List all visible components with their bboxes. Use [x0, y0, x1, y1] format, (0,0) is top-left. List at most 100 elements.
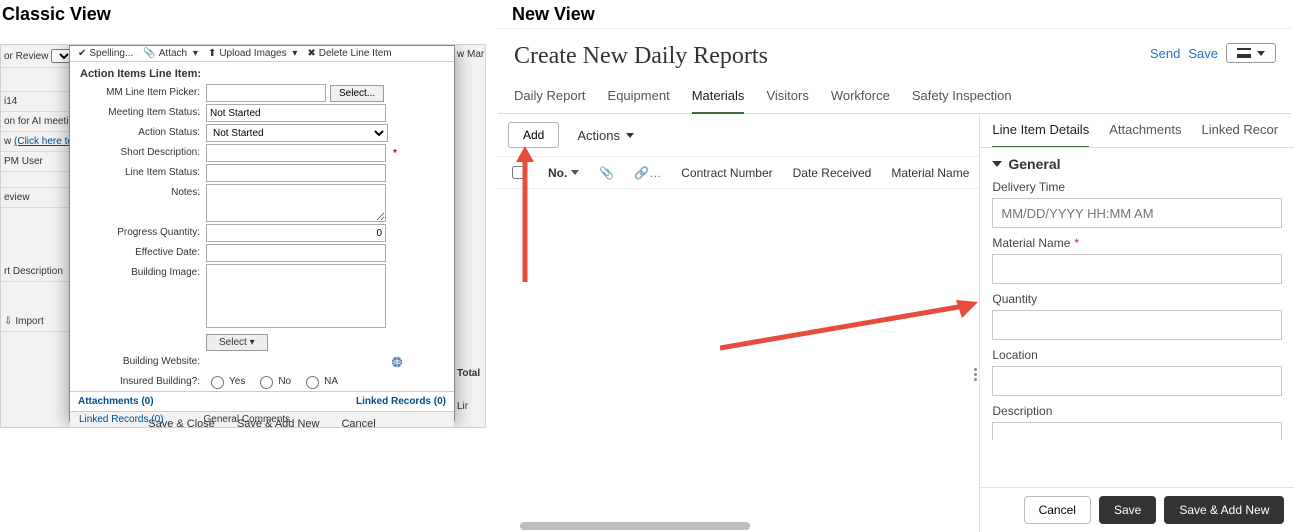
bg-lir: Lir: [457, 401, 468, 412]
insured-na-radio[interactable]: [306, 376, 319, 389]
effective-date-input[interactable]: [206, 244, 386, 262]
notes-textarea[interactable]: [206, 184, 386, 222]
horizontal-scrollbar[interactable]: [520, 522, 750, 530]
resize-handle[interactable]: [974, 368, 977, 381]
picker-label: MM Line Item Picker:: [80, 84, 206, 98]
picker-select-button[interactable]: Select...: [330, 85, 384, 102]
top-right-actions: Send Save: [1150, 43, 1276, 63]
building-website-input[interactable]: [206, 353, 386, 371]
insured-no[interactable]: No: [255, 373, 291, 389]
cancel-button[interactable]: Cancel: [1024, 496, 1091, 524]
send-link[interactable]: Send: [1150, 46, 1180, 61]
insured-na[interactable]: NA: [301, 373, 338, 389]
bg-w: w: [4, 136, 11, 147]
globe-icon[interactable]: [390, 355, 404, 369]
action-status-select[interactable]: Not Started: [206, 124, 388, 142]
quantity-input[interactable]: [992, 310, 1282, 340]
spelling-button[interactable]: ✔Spelling...: [78, 48, 133, 59]
main-tabs: Daily Report Equipment Materials Visitor…: [498, 80, 1292, 114]
delete-label: Delete Line Item: [319, 48, 392, 59]
actions-menu[interactable]: Actions: [569, 123, 642, 148]
picker-input[interactable]: [206, 84, 326, 102]
line-status-label: Line Item Status:: [80, 164, 206, 178]
col-date-header[interactable]: Date Received: [793, 166, 872, 180]
bg-eview: eview: [1, 188, 69, 208]
col-no-header[interactable]: No.: [548, 166, 579, 180]
progress-input[interactable]: [206, 224, 386, 242]
delete-line-item-button[interactable]: ✖ Delete Line Item: [307, 48, 391, 59]
meeting-status-input[interactable]: [206, 104, 386, 122]
classic-bg-left: or Review i14 on for AI meeting w (Click…: [1, 45, 69, 427]
attachments-link[interactable]: Attachments (0): [78, 396, 154, 407]
bg-or-review: or Review: [4, 51, 48, 62]
tab-safety-inspection[interactable]: Safety Inspection: [912, 80, 1012, 113]
classic-bg-right: w Mar Total Lir: [455, 45, 486, 427]
bg-rt-desc: rt Description: [1, 262, 69, 282]
bg-general-comments: General Comments: [203, 414, 290, 425]
table-header-row: No. 📎 🔗… Contract Number Date Received M…: [498, 157, 979, 189]
chevron-down-icon: ▾: [250, 337, 255, 348]
bg-import-label: Import: [15, 316, 43, 327]
new-view-panel: Create New Daily Reports Send Save Daily…: [498, 28, 1292, 526]
short-desc-label: Short Description:: [80, 144, 206, 158]
tab-workforce[interactable]: Workforce: [831, 80, 890, 113]
delivery-time-input[interactable]: [992, 198, 1282, 228]
tab-daily-report[interactable]: Daily Report: [514, 80, 586, 113]
delete-icon: ✖: [307, 48, 315, 59]
save-add-new-button[interactable]: Save & Add New: [1164, 496, 1284, 524]
new-view-heading: New View: [512, 4, 595, 25]
line-status-input[interactable]: [206, 164, 386, 182]
add-button[interactable]: Add: [508, 122, 559, 148]
save-button[interactable]: Save: [1099, 496, 1156, 524]
bg-select-stub[interactable]: [51, 49, 69, 63]
sort-icon: [571, 170, 579, 175]
rtab-attachments[interactable]: Attachments: [1109, 122, 1181, 147]
description-input[interactable]: [992, 422, 1282, 440]
rtab-details[interactable]: Line Item Details: [992, 122, 1089, 147]
classic-view-heading: Classic View: [2, 4, 111, 25]
bg-ai-meeting: on for AI meeting: [1, 112, 69, 132]
col-contract-header[interactable]: Contract Number: [681, 166, 772, 180]
details-footer: Cancel Save Save & Add New: [980, 487, 1294, 532]
insured-yes-radio[interactable]: [211, 376, 224, 389]
bg-click-here[interactable]: (Click here to: [14, 136, 69, 147]
insured-label: Insured Building?:: [80, 373, 206, 387]
menu-button[interactable]: [1226, 43, 1276, 63]
attach-button[interactable]: 📎Attach ▾: [143, 48, 198, 59]
tab-materials[interactable]: Materials: [692, 80, 745, 113]
general-section-title: General: [1008, 156, 1060, 172]
rtab-linked-records[interactable]: Linked Recor: [1201, 122, 1278, 147]
location-label: Location: [992, 348, 1282, 362]
insured-yes[interactable]: Yes: [206, 373, 245, 389]
bg-import[interactable]: ⇩Import: [4, 316, 44, 327]
spellcheck-icon: ✔: [78, 48, 86, 59]
classic-dialog: ✔Spelling... 📎Attach ▾ ⬆Upload Images ▾ …: [69, 45, 455, 421]
bg-total: Total: [457, 368, 480, 379]
tab-equipment[interactable]: Equipment: [608, 80, 670, 113]
material-name-input[interactable]: [992, 254, 1282, 284]
insured-no-radio[interactable]: [260, 376, 273, 389]
general-section-header[interactable]: General: [992, 156, 1282, 172]
save-link[interactable]: Save: [1188, 46, 1218, 61]
delivery-time-label: Delivery Time: [992, 180, 1282, 194]
progress-label: Progress Quantity:: [80, 224, 206, 238]
collapse-icon: [992, 161, 1002, 167]
tab-visitors[interactable]: Visitors: [766, 80, 808, 113]
col-material-header[interactable]: Material Name: [891, 166, 969, 180]
import-icon: ⇩: [4, 316, 12, 327]
image-select-button[interactable]: Select ▾: [206, 334, 268, 351]
material-name-label: Material Name*: [992, 236, 1282, 250]
building-image-label: Building Image:: [80, 264, 206, 278]
col-no-label: No.: [548, 166, 567, 180]
linked-records-link[interactable]: Linked Records (0): [356, 396, 446, 407]
location-input[interactable]: [992, 366, 1282, 396]
link-col-icon: 🔗…: [634, 166, 661, 180]
short-desc-input[interactable]: [206, 144, 386, 162]
classic-form: MM Line Item Picker: Select... Meeting I…: [70, 84, 454, 389]
insured-no-label: No: [278, 376, 291, 387]
upload-images-button[interactable]: ⬆Upload Images ▾: [208, 48, 297, 59]
actions-label: Actions: [577, 128, 620, 143]
image-select-label: Select: [219, 337, 247, 348]
select-all-checkbox[interactable]: [512, 166, 525, 179]
dialog-title: Action Items Line Item:: [70, 62, 454, 84]
